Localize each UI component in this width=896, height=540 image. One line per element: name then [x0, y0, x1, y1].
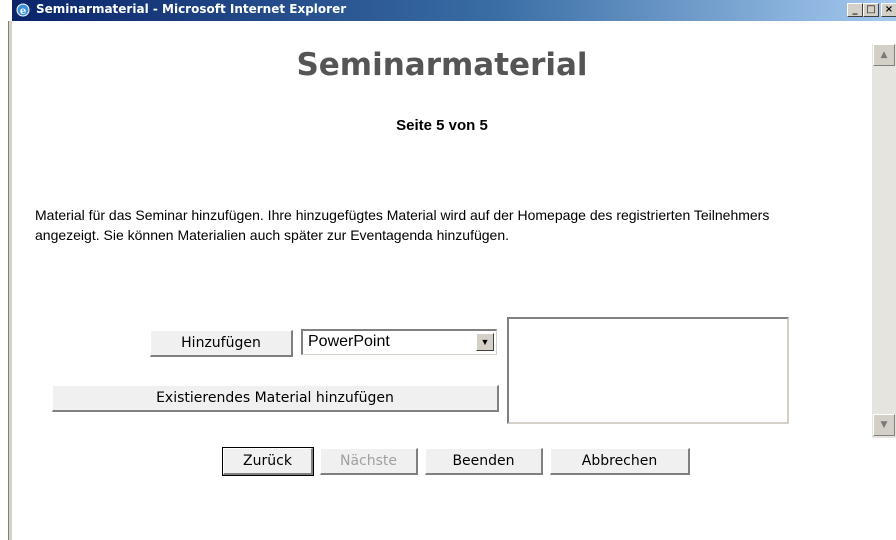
page-indicator: Seite 5 von 5	[396, 117, 488, 134]
cancel-button[interactable]: Abbrechen	[550, 448, 690, 475]
arrow-down-icon: ▼	[880, 420, 888, 430]
vertical-scrollbar[interactable]: ▲ ▼	[872, 44, 896, 438]
window-title: Seminarmaterial - Microsoft Internet Exp…	[36, 2, 347, 16]
svg-text:e: e	[20, 6, 26, 17]
maximize-icon: □	[866, 4, 876, 15]
close-icon: ×	[884, 4, 894, 15]
chevron-down-icon[interactable]: ▼	[476, 333, 494, 351]
next-button[interactable]: Nächste	[320, 448, 418, 475]
page-description: Material für das Seminar hinzufügen. Ihr…	[35, 207, 770, 243]
title-bar[interactable]: e Seminarmaterial - Microsoft Internet E…	[12, 0, 896, 21]
material-type-select[interactable]: PowerPoint ▼	[301, 329, 497, 355]
page-title: Seminarmaterial	[296, 47, 588, 83]
minimize-button[interactable]: _	[847, 3, 863, 17]
minimize-icon: _	[852, 4, 858, 15]
material-list[interactable]	[507, 317, 789, 424]
material-type-value: PowerPoint	[308, 333, 390, 350]
arrow-up-icon: ▲	[880, 50, 888, 60]
add-existing-material-button[interactable]: Existierendes Material hinzufügen	[52, 385, 499, 412]
close-button[interactable]: ×	[881, 3, 896, 17]
add-material-button[interactable]: Hinzufügen	[150, 330, 293, 357]
back-button[interactable]: Zurück	[222, 447, 314, 476]
ie-icon: e	[16, 3, 30, 17]
maximize-button[interactable]: □	[863, 3, 879, 17]
browser-window: e Seminarmaterial - Microsoft Internet E…	[0, 0, 896, 540]
scroll-down-button[interactable]: ▼	[873, 414, 895, 436]
scroll-up-button[interactable]: ▲	[873, 44, 895, 66]
finish-button[interactable]: Beenden	[425, 448, 543, 475]
